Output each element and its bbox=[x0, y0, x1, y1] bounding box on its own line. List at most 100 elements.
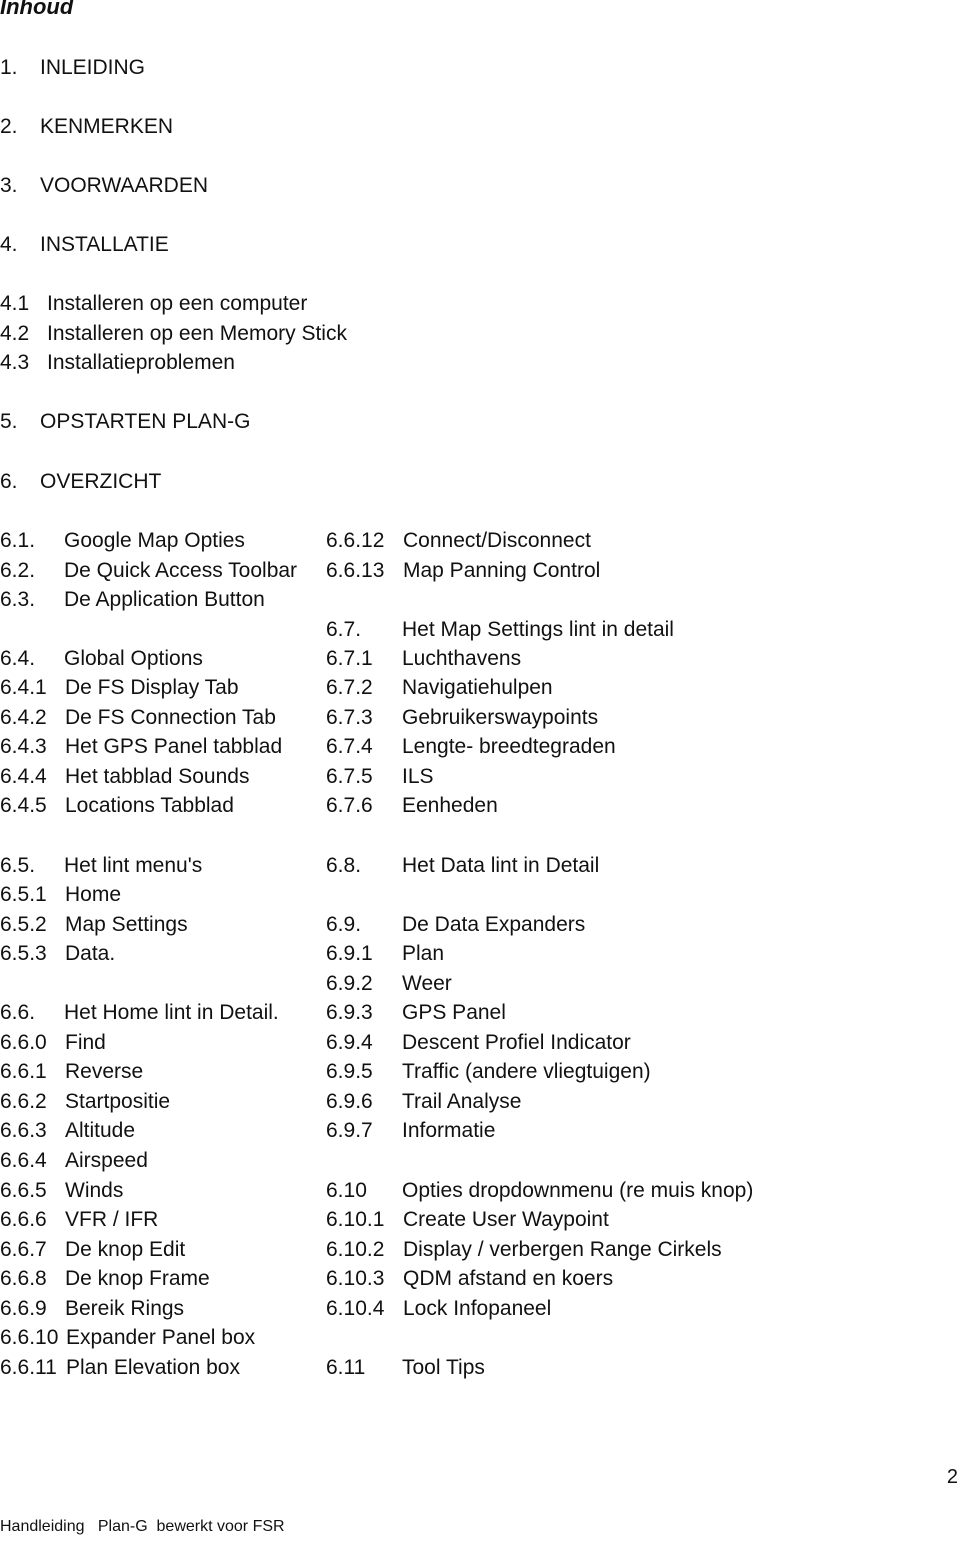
toc-entry-label: Navigatiehulpen bbox=[402, 676, 553, 699]
toc-entry-label: Plan Elevation box bbox=[66, 1356, 240, 1379]
toc-entry-number: 6.9.7 bbox=[326, 1119, 373, 1142]
toc-entry-number: 6.9.4 bbox=[326, 1031, 373, 1054]
toc-entry-number: 6.6.7 bbox=[0, 1238, 47, 1261]
toc-entry-number: 6.6.1 bbox=[0, 1060, 47, 1083]
toc-entry-number: 6.6.8 bbox=[0, 1267, 47, 1290]
toc-entry-number: 6.6.10 bbox=[0, 1326, 59, 1349]
toc-entry-number: 6.7. bbox=[326, 618, 362, 641]
toc-entry-number: 6.6.0 bbox=[0, 1031, 47, 1054]
toc-entry-number: 4.2 bbox=[0, 322, 30, 345]
toc-entry-number: 4.3 bbox=[0, 351, 30, 374]
toc-entry-label: Het GPS Panel tabblad bbox=[65, 735, 283, 758]
toc-entry-number: 3. bbox=[0, 174, 18, 197]
toc-entry-label: Airspeed bbox=[65, 1149, 148, 1172]
toc-entry-number: 6.4.5 bbox=[0, 794, 47, 817]
toc-entry-number: 6.7.4 bbox=[326, 735, 373, 758]
toc-entry-label: Map Panning Control bbox=[403, 559, 601, 582]
toc-entry-number: 6.8. bbox=[326, 854, 362, 877]
toc-entry-number: 6.9.3 bbox=[326, 1001, 373, 1024]
toc-entry-label: Installeren op een computer bbox=[47, 292, 308, 315]
toc-entry-label: Google Map Opties bbox=[64, 529, 245, 552]
toc-entry-number: 6.5.1 bbox=[0, 883, 47, 906]
toc-entry-number: 6.6.5 bbox=[0, 1179, 47, 1202]
toc-entry-label: De Data Expanders bbox=[402, 913, 586, 936]
toc-entry-number: 6.5.2 bbox=[0, 913, 47, 936]
toc-entry-label: KENMERKEN bbox=[40, 115, 174, 138]
toc-entry-number: 6.4.3 bbox=[0, 735, 47, 758]
toc-entry-label: De Application Button bbox=[64, 588, 265, 611]
toc-entry-label: Lengte- breedtegraden bbox=[402, 735, 616, 758]
toc-entry-number: 6.9. bbox=[326, 913, 362, 936]
toc-entry-number: 6.7.5 bbox=[326, 765, 373, 788]
toc-entry-number: 5. bbox=[0, 410, 18, 433]
toc-entry-label: OVERZICHT bbox=[40, 470, 162, 493]
toc-entry-number: 6.11 bbox=[326, 1356, 366, 1379]
toc-entry-label: Het Map Settings lint in detail bbox=[402, 618, 674, 641]
toc-entry-label: De FS Display Tab bbox=[65, 676, 239, 699]
toc-entry-number: 4. bbox=[0, 233, 18, 256]
toc-entry-number: 6.9.2 bbox=[326, 972, 373, 995]
toc-entry-label: Trail Analyse bbox=[402, 1090, 522, 1113]
toc-entry-label: Lock Infopaneel bbox=[403, 1297, 552, 1320]
toc-entry-label: Installatieproblemen bbox=[47, 351, 235, 374]
toc-entry-number: 6.10.2 bbox=[326, 1238, 385, 1261]
toc-entry-number: 6.9.6 bbox=[326, 1090, 373, 1113]
toc-entry-number: 6.6.9 bbox=[0, 1297, 47, 1320]
toc-entry-number: 6.5.3 bbox=[0, 942, 47, 965]
toc-entry-label: Weer bbox=[402, 972, 452, 995]
toc-entry-label: Expander Panel box bbox=[66, 1326, 256, 1349]
toc-entry-label: QDM afstand en koers bbox=[403, 1267, 614, 1290]
toc-entry-label: Informatie bbox=[402, 1119, 496, 1142]
toc-entry-label: Luchthavens bbox=[402, 647, 522, 670]
toc-entry-number: 6.7.2 bbox=[326, 676, 373, 699]
toc-entry-label: Gebruikerswaypoints bbox=[402, 706, 599, 729]
toc-entry-number: 6.9.1 bbox=[326, 942, 373, 965]
toc-entry-number: 6.10.3 bbox=[326, 1267, 385, 1290]
toc-entry-number: 4.1 bbox=[0, 292, 30, 315]
toc-entry-label: Display / verbergen Range Cirkels bbox=[403, 1238, 722, 1261]
toc-entry-number: 6.6.3 bbox=[0, 1119, 47, 1142]
toc-entry-label: Winds bbox=[65, 1179, 124, 1202]
toc-entry-label: Het lint menu's bbox=[64, 854, 203, 877]
toc-entry-number: 6.6.4 bbox=[0, 1149, 47, 1172]
toc-entry-number: 6.1. bbox=[0, 529, 36, 552]
toc-entry-number: 2. bbox=[0, 115, 18, 138]
toc-entry-label: Plan bbox=[402, 942, 445, 965]
toc-entry-number: 6.4. bbox=[0, 647, 36, 670]
toc-entry-number: 6. bbox=[0, 470, 18, 493]
toc-entry-number: 6.10 bbox=[326, 1179, 367, 1202]
toc-entry-label: VFR / IFR bbox=[65, 1208, 159, 1231]
toc-entry-label: De FS Connection Tab bbox=[65, 706, 276, 729]
toc-entry-label: Bereik Rings bbox=[65, 1297, 185, 1320]
toc-entry-label: Opties dropdownmenu (re muis knop) bbox=[402, 1179, 754, 1202]
toc-entry-number: 6.6.13 bbox=[326, 559, 385, 582]
toc-entry-label: OPSTARTEN PLAN-G bbox=[40, 410, 251, 433]
toc-entry-label: INLEIDING bbox=[40, 56, 146, 79]
toc-entry-number: 6.4.4 bbox=[0, 765, 47, 788]
toc-entry-number: 6.7.1 bbox=[326, 647, 373, 670]
toc-entry-label: De knop Frame bbox=[65, 1267, 210, 1290]
toc-entry-label: Create User Waypoint bbox=[403, 1208, 609, 1231]
toc-entry-number: 6.10.4 bbox=[326, 1297, 385, 1320]
toc-entry-label: GPS Panel bbox=[402, 1001, 506, 1024]
toc-entry-number: 1. bbox=[0, 56, 18, 79]
toc-entry-number: 6.6. bbox=[0, 1001, 36, 1024]
toc-entry-label: Het Home lint in Detail. bbox=[64, 1001, 279, 1024]
toc-entry-label: De knop Edit bbox=[65, 1238, 186, 1261]
toc-entry-label: Find bbox=[65, 1031, 106, 1054]
toc-entry-number: 6.2. bbox=[0, 559, 36, 582]
toc-entry-number: 6.4.1 bbox=[0, 676, 47, 699]
toc-entry-label: De Quick Access Toolbar bbox=[64, 559, 298, 582]
toc-entry-number: 6.3. bbox=[0, 588, 36, 611]
toc-entry-number: 6.6.12 bbox=[326, 529, 385, 552]
toc-entry-label: Installeren op een Memory Stick bbox=[47, 322, 347, 345]
toc-entry-label: Global Options bbox=[64, 647, 203, 670]
toc-entry-label: Connect/Disconnect bbox=[403, 529, 591, 552]
toc-entry-label: Home bbox=[65, 883, 122, 906]
toc-entry-number: 6.5. bbox=[0, 854, 36, 877]
toc-entry-label: Eenheden bbox=[402, 794, 498, 817]
toc-entry-label: Startpositie bbox=[65, 1090, 171, 1113]
toc-entry-number: 6.4.2 bbox=[0, 706, 47, 729]
page-number: 2 bbox=[946, 1466, 958, 1488]
toc-entry-number: 6.6.2 bbox=[0, 1090, 47, 1113]
